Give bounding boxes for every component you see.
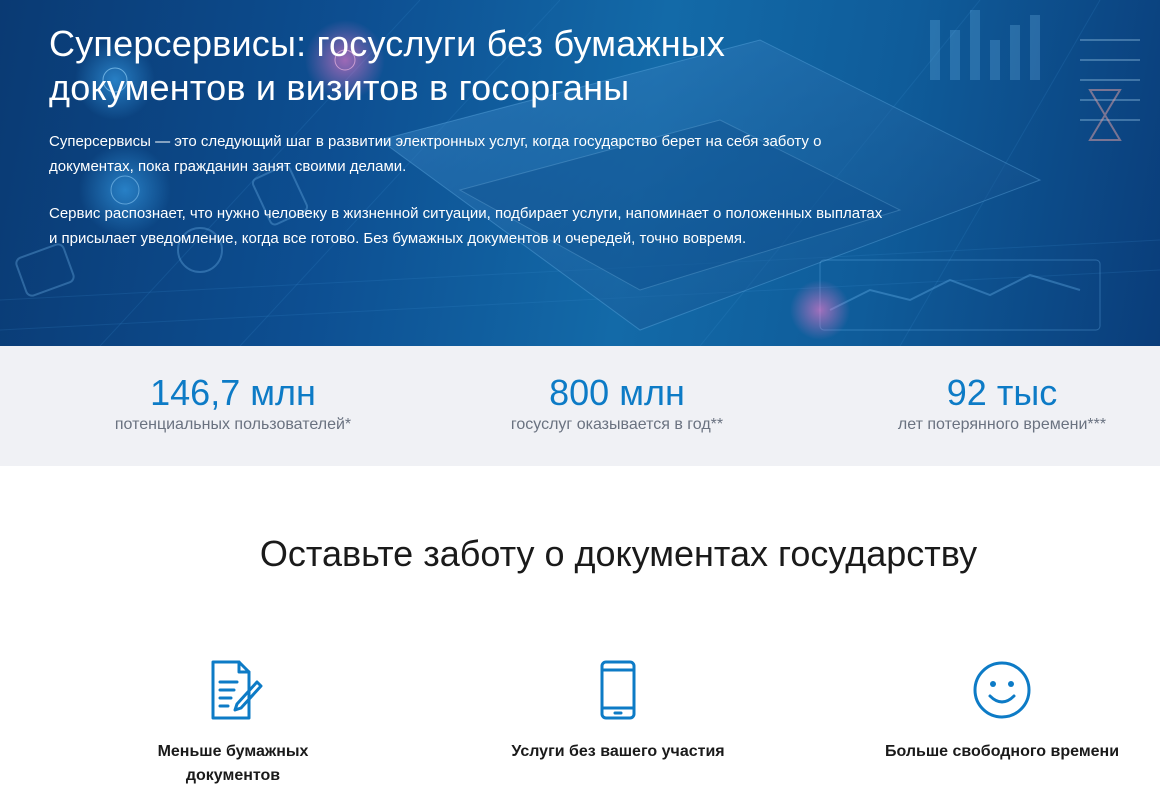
stat-value: 92 тыс xyxy=(946,372,1058,413)
feature-no-participation: Услуги без вашего участия xyxy=(473,658,763,764)
feature-less-paperwork: Меньше бумажных документов xyxy=(88,658,378,788)
stat-services: 800 млн госуслуг оказывается в год** xyxy=(437,372,797,436)
feature-label: Меньше бумажных документов xyxy=(157,743,309,784)
stat-caption: госуслуг оказывается в год** xyxy=(510,416,724,433)
stat-value: 146,7 млн xyxy=(150,372,316,413)
stat-caption: лет потерянного времени*** xyxy=(897,416,1107,433)
hero-title: Суперсервисы: госуслуги без бумажных док… xyxy=(49,23,726,108)
stats-band: 146,7 млн потенциальных пользователей* 8… xyxy=(0,346,1160,466)
document-pen-icon xyxy=(211,660,263,720)
stat-users: 146,7 млн потенциальных пользователей* xyxy=(53,372,413,436)
hero-description-paragraph: Сервис распознает, что нужно человеку в … xyxy=(49,205,883,247)
feature-more-free-time: Больше свободного времени xyxy=(857,658,1147,764)
feature-label: Услуги без вашего участия xyxy=(511,743,725,760)
stat-caption: потенциальных пользователей* xyxy=(114,416,352,433)
section-title: Оставьте заботу о документах государству xyxy=(259,533,978,574)
hero-banner: Суперсервисы: госуслуги без бумажных док… xyxy=(0,0,1160,346)
stat-time-lost: 92 тыс лет потерянного времени*** xyxy=(822,372,1160,436)
stat-value: 800 млн xyxy=(549,372,685,413)
hero-intro-paragraph: Суперсервисы — это следующий шаг в разви… xyxy=(49,133,822,175)
feature-label: Больше свободного времени xyxy=(884,743,1120,760)
smiley-icon xyxy=(973,661,1031,719)
smartphone-icon xyxy=(600,660,636,720)
